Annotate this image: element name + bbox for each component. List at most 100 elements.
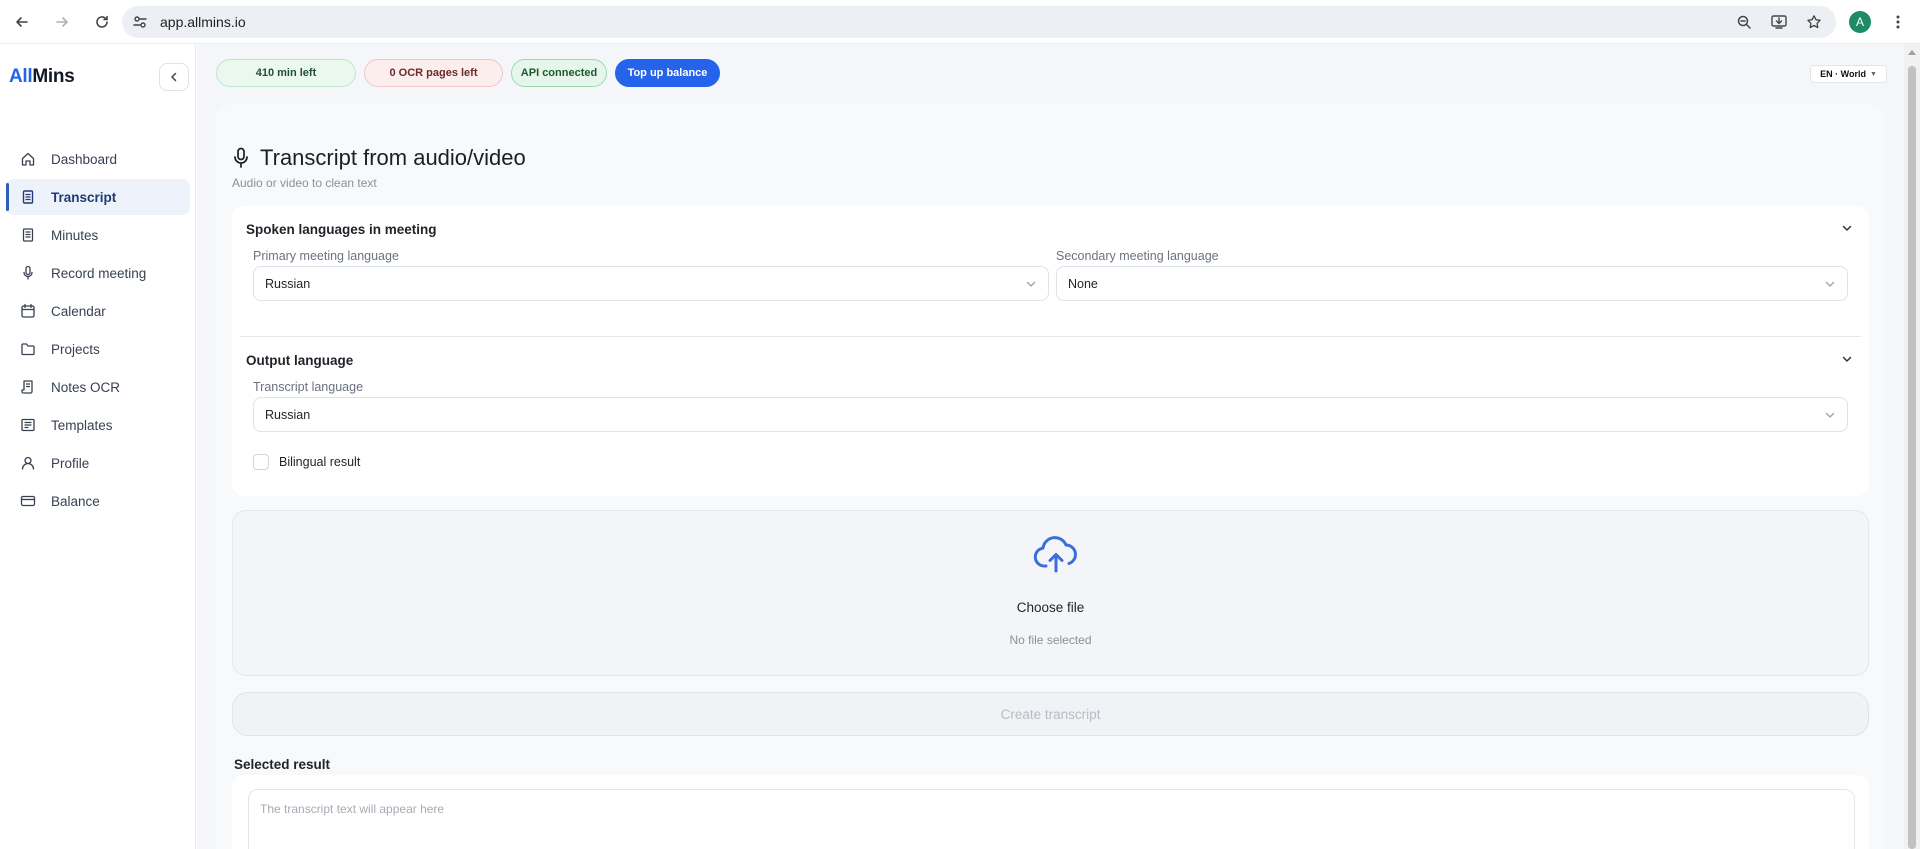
sidebar-item-label: Projects (51, 341, 100, 357)
microphone-icon (232, 146, 252, 170)
card-icon (19, 492, 37, 510)
selected-result-heading: Selected result (234, 757, 331, 772)
sidebar-nav: Dashboard Transcript Minutes Record meet… (6, 141, 190, 521)
bilingual-label: Bilingual result (279, 455, 361, 469)
sidebar-item-projects[interactable]: Projects (6, 331, 190, 367)
transcript-language-value: Russian (265, 407, 311, 422)
browser-profile-avatar[interactable]: A (1849, 11, 1871, 33)
microphone-icon (19, 264, 37, 282)
sidebar-item-profile[interactable]: Profile (6, 445, 190, 481)
chevron-left-icon (171, 72, 177, 82)
chevron-down-icon (1024, 277, 1038, 291)
output-language-header[interactable]: Output language (246, 353, 353, 368)
page-title-text: Transcript from audio/video (260, 145, 526, 170)
back-button[interactable] (4, 4, 40, 40)
bookmark-star-icon[interactable] (1806, 14, 1822, 30)
page-subtitle: Audio or video to clean text (232, 176, 377, 190)
transcript-card: Transcript from audio/video Audio or vid… (216, 104, 1884, 849)
sidebar-item-minutes[interactable]: Minutes (6, 217, 190, 253)
section-divider (240, 336, 1861, 337)
transcript-language-select[interactable]: Russian (253, 397, 1848, 432)
arrow-right-icon (56, 16, 68, 27)
chevron-down-icon (1823, 277, 1837, 291)
folder-icon (19, 340, 37, 358)
kebab-menu-icon (1896, 15, 1900, 29)
spoken-languages-header[interactable]: Spoken languages in meeting (246, 222, 437, 237)
caret-down-icon: ▼ (1869, 70, 1877, 78)
primary-language-label: Primary meeting language (253, 249, 399, 263)
logo-accent: All (9, 66, 33, 87)
chevron-down-icon[interactable] (1839, 220, 1855, 236)
sidebar-item-notes-ocr[interactable]: Notes OCR (6, 369, 190, 405)
locale-selector[interactable]: EN · World ▼ (1810, 65, 1887, 83)
collapse-sidebar-button[interactable] (159, 63, 189, 91)
scrollbar-thumb[interactable] (1908, 66, 1916, 849)
browser-toolbar: app.allmins.io A (0, 0, 1920, 44)
chevron-down-icon[interactable] (1839, 351, 1855, 367)
chevron-down-icon (1823, 408, 1837, 422)
primary-language-select[interactable]: Russian (253, 266, 1049, 301)
sidebar: AllMins Dashboard Transcript Minutes Rec… (0, 44, 196, 849)
omnibox-actions (1736, 6, 1822, 38)
create-transcript-button[interactable]: Create transcript (232, 692, 1869, 736)
minutes-left-badge: 410 min left (216, 59, 356, 87)
address-bar[interactable]: app.allmins.io (122, 6, 1836, 38)
template-icon (19, 416, 37, 434)
home-icon (19, 150, 37, 168)
top-up-balance-button[interactable]: Top up balance (615, 59, 720, 87)
scroll-icon (19, 378, 37, 396)
sidebar-item-label: Profile (51, 455, 90, 471)
sidebar-item-templates[interactable]: Templates (6, 407, 190, 443)
main-content: 410 min left 0 OCR pages left API connec… (197, 44, 1904, 849)
file-dropzone[interactable]: Choose file No file selected (232, 510, 1869, 676)
sidebar-item-transcript[interactable]: Transcript (6, 179, 190, 215)
cloud-upload-icon (1033, 536, 1077, 573)
browser-nav-buttons (4, 4, 120, 40)
bilingual-checkbox[interactable] (253, 454, 269, 470)
sidebar-item-label: Transcript (51, 189, 117, 205)
install-app-icon[interactable] (1770, 14, 1788, 30)
choose-file-label[interactable]: Choose file (233, 600, 1868, 615)
reload-icon (96, 15, 108, 28)
transcript-language-label: Transcript language (253, 380, 364, 394)
sidebar-item-record-meeting[interactable]: Record meeting (6, 255, 190, 291)
zoom-icon[interactable] (1736, 14, 1752, 30)
primary-language-value: Russian (265, 276, 311, 291)
file-status: No file selected (1009, 633, 1092, 647)
sidebar-item-label: Balance (51, 493, 100, 509)
scroll-up-arrow[interactable] (1908, 50, 1916, 55)
secondary-language-value: None (1068, 276, 1098, 291)
sidebar-item-label: Dashboard (51, 151, 118, 167)
sidebar-item-label: Notes OCR (51, 379, 121, 395)
api-status-badge: API connected (511, 59, 607, 87)
sidebar-item-label: Templates (51, 417, 113, 433)
transcript-textarea[interactable]: The transcript text will appear here (248, 789, 1855, 849)
locale-label: EN · World (1820, 69, 1866, 79)
language-settings-panel: Spoken languages in meeting Primary meet… (232, 206, 1869, 496)
sidebar-item-balance[interactable]: Balance (6, 483, 190, 519)
arrow-left-icon (16, 16, 28, 27)
sidebar-item-label: Minutes (51, 227, 99, 243)
result-panel: The transcript text will appear here (232, 775, 1869, 849)
list-document-icon (19, 226, 37, 244)
forward-button[interactable] (44, 4, 80, 40)
site-settings-icon[interactable] (132, 14, 148, 30)
reload-button[interactable] (84, 4, 120, 40)
app-logo[interactable]: AllMins (9, 66, 75, 88)
sidebar-item-dashboard[interactable]: Dashboard (6, 141, 190, 177)
document-icon (19, 188, 37, 206)
secondary-language-select[interactable]: None (1056, 266, 1848, 301)
browser-menu-button[interactable] (1888, 12, 1908, 32)
url-text[interactable]: app.allmins.io (160, 14, 246, 30)
sidebar-item-label: Calendar (51, 303, 106, 319)
bilingual-result-option[interactable]: Bilingual result (253, 454, 360, 470)
ocr-pages-left-badge: 0 OCR pages left (364, 59, 503, 87)
sidebar-item-calendar[interactable]: Calendar (6, 293, 190, 329)
sidebar-item-label: Record meeting (51, 265, 147, 281)
page-scrollbar[interactable] (1904, 44, 1920, 849)
logo-rest: Mins (32, 66, 75, 87)
user-icon (19, 454, 37, 472)
calendar-icon (19, 302, 37, 320)
page-title: Transcript from audio/video (232, 145, 526, 171)
secondary-language-label: Secondary meeting language (1056, 249, 1219, 263)
